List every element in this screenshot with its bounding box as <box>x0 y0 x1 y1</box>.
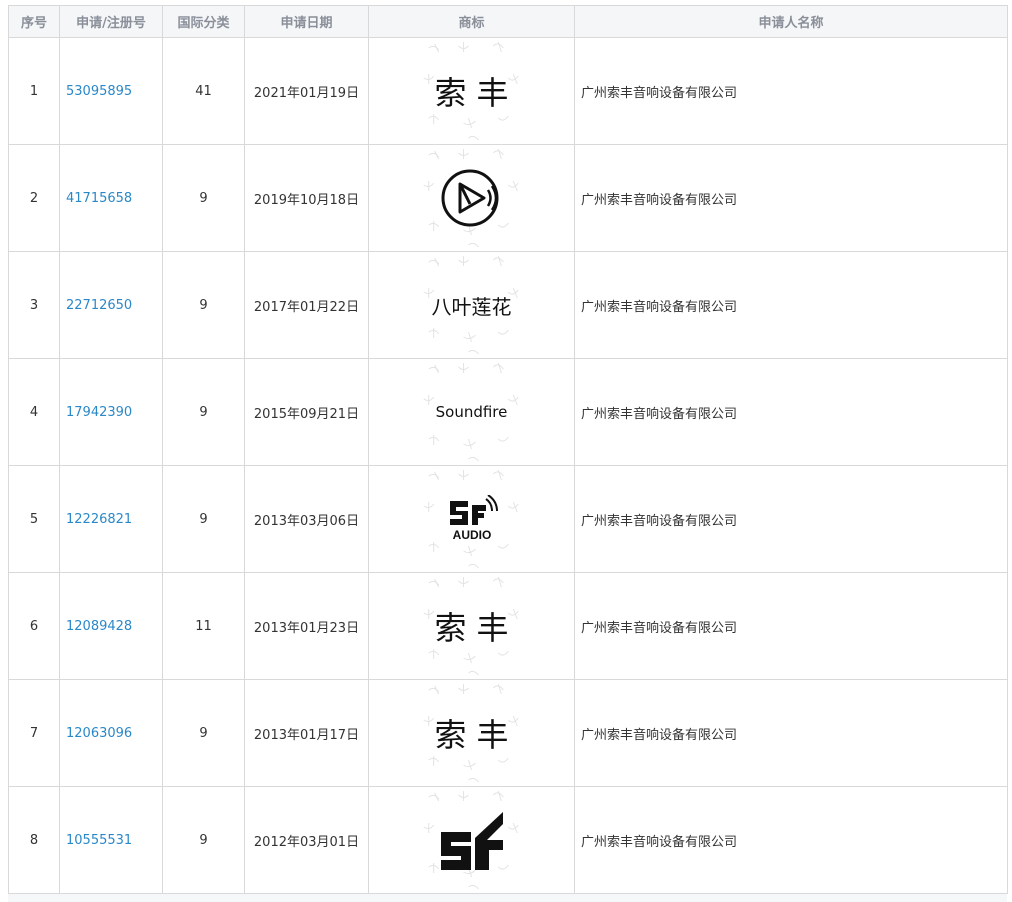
trademark-table: 序号 申请/注册号 国际分类 申请日期 商标 申请人名称 1 53095895 41… <box>8 5 1008 894</box>
cell-apply-date: 2013年01月17日 <box>244 679 369 787</box>
table-row: 1 53095895 41 2021年01月19日 索丰 广州索丰音响设备有限公司 <box>8 37 1008 145</box>
cell-intl-class: 11 <box>162 572 245 680</box>
cell-index: 7 <box>8 679 60 787</box>
reg-no-link[interactable]: 12226821 <box>59 465 163 573</box>
table-row: 6 12089428 11 2013年01月23日 索丰 广州索丰音响设备有限公司 <box>8 572 1008 680</box>
cell-trademark: 索丰 <box>368 37 575 145</box>
cell-intl-class: 9 <box>162 358 245 466</box>
cell-trademark <box>368 144 575 252</box>
table-row: 3 22712650 9 2017年01月22日 八叶莲花 广州索丰音响设备有限公司 <box>8 251 1008 359</box>
table-header-row: 序号 申请/注册号 国际分类 申请日期 商标 申请人名称 <box>8 5 1008 38</box>
header-apply-date: 申请日期 <box>244 5 369 38</box>
table-row: 2 41715658 9 2019年10月18日 广州索丰音响设备有限公司 <box>8 144 1008 252</box>
table-row: 8 10555531 9 2012年03月01日 广州索丰音响设备有限公司 <box>8 786 1008 894</box>
cell-apply-date: 2019年10月18日 <box>244 144 369 252</box>
reg-no-link[interactable]: 41715658 <box>59 144 163 252</box>
trademark-text: 索丰 <box>434 609 519 647</box>
cell-applicant: 广州索丰音响设备有限公司 <box>574 358 1008 466</box>
cell-trademark: 索丰 <box>368 679 575 787</box>
cell-index: 2 <box>8 144 60 252</box>
cell-applicant: 广州索丰音响设备有限公司 <box>574 144 1008 252</box>
reg-no-link[interactable]: 17942390 <box>59 358 163 466</box>
header-trademark: 商标 <box>368 5 575 38</box>
sf-logo-icon <box>437 812 507 870</box>
cell-intl-class: 9 <box>162 786 245 894</box>
table-row: 4 17942390 9 2015年09月21日 Soundfire 广州索丰音响设备有限… <box>8 358 1008 466</box>
cell-intl-class: 41 <box>162 37 245 145</box>
cell-apply-date: 2013年01月23日 <box>244 572 369 680</box>
trademark-text: 索丰 <box>434 74 519 112</box>
cell-trademark: 索丰 <box>368 572 575 680</box>
cell-trademark: Soundfire <box>368 358 575 466</box>
reg-no-link[interactable]: 10555531 <box>59 786 163 894</box>
trademark-table-container: 序号 申请/注册号 国际分类 申请日期 商标 申请人名称 1 53095895 41… <box>8 5 1008 902</box>
header-reg-no: 申请/注册号 <box>59 5 163 38</box>
cell-applicant: 广州索丰音响设备有限公司 <box>574 37 1008 145</box>
cell-trademark <box>368 786 575 894</box>
cell-intl-class: 9 <box>162 465 245 573</box>
cell-index: 8 <box>8 786 60 894</box>
header-applicant: 申请人名称 <box>574 5 1008 38</box>
cell-intl-class: 9 <box>162 144 245 252</box>
cell-apply-date: 2012年03月01日 <box>244 786 369 894</box>
cell-applicant: 广州索丰音响设备有限公司 <box>574 572 1008 680</box>
table-row: 5 12226821 9 2013年03月06日 AUDIO 广州索丰音响设备有限公司 <box>8 465 1008 573</box>
cell-intl-class: 9 <box>162 679 245 787</box>
cell-index: 6 <box>8 572 60 680</box>
trademark-text: Soundfire <box>435 403 508 421</box>
cell-index: 3 <box>8 251 60 359</box>
cell-apply-date: 2017年01月22日 <box>244 251 369 359</box>
cell-apply-date: 2015年09月21日 <box>244 358 369 466</box>
cell-index: 5 <box>8 465 60 573</box>
reg-no-link[interactable]: 53095895 <box>59 37 163 145</box>
cell-trademark: AUDIO <box>368 465 575 573</box>
sf-audio-logo-icon: AUDIO <box>446 495 498 542</box>
cell-applicant: 广州索丰音响设备有限公司 <box>574 465 1008 573</box>
trademark-text: 八叶莲花 <box>431 294 512 319</box>
cell-apply-date: 2021年01月19日 <box>244 37 369 145</box>
reg-no-link[interactable]: 22712650 <box>59 251 163 359</box>
header-index: 序号 <box>8 5 60 38</box>
reg-no-link[interactable]: 12089428 <box>59 572 163 680</box>
cell-applicant: 广州索丰音响设备有限公司 <box>574 251 1008 359</box>
table-row: 7 12063096 9 2013年01月17日 索丰 广州索丰音响设备有限公司 <box>8 679 1008 787</box>
cell-applicant: 广州索丰音响设备有限公司 <box>574 679 1008 787</box>
reg-no-link[interactable]: 12063096 <box>59 679 163 787</box>
circle-play-sound-logo-icon <box>440 169 504 227</box>
cell-index: 1 <box>8 37 60 145</box>
cell-index: 4 <box>8 358 60 466</box>
cell-trademark: 八叶莲花 <box>368 251 575 359</box>
cell-apply-date: 2013年03月06日 <box>244 465 369 573</box>
cell-intl-class: 9 <box>162 251 245 359</box>
sf-audio-text: AUDIO <box>452 528 491 542</box>
trademark-text: 索丰 <box>434 716 519 754</box>
header-intl-class: 国际分类 <box>162 5 245 38</box>
cell-applicant: 广州索丰音响设备有限公司 <box>574 786 1008 894</box>
